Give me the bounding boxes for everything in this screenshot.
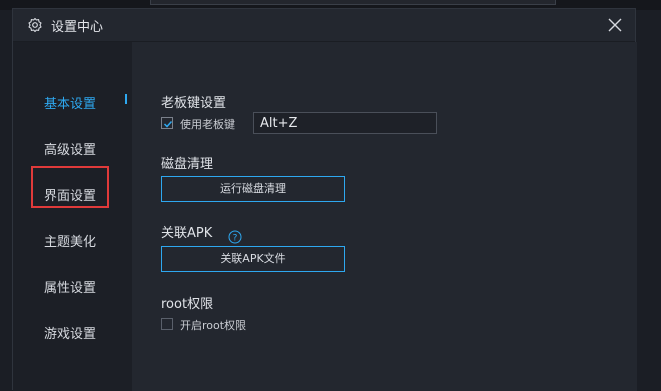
- boss-key-input[interactable]: [253, 112, 437, 134]
- gear-icon: [28, 17, 42, 33]
- apk-section-title: 关联APK: [161, 226, 213, 241]
- close-button[interactable]: [605, 15, 625, 35]
- run-disk-cleanup-button[interactable]: 运行磁盘清理: [161, 176, 345, 202]
- root-checkbox-label: 开启root权限: [180, 319, 247, 332]
- sidebar-item-advanced[interactable]: 高级设置: [44, 139, 96, 158]
- root-checkbox[interactable]: [161, 318, 173, 330]
- settings-sidebar: 基本设置 高级设置 界面设置 主题美化 属性设置 游戏设置: [13, 42, 132, 391]
- close-icon: [608, 18, 622, 32]
- dialog-titlebar: 设置中心: [13, 9, 635, 42]
- question-circle-icon[interactable]: ?: [228, 230, 242, 244]
- root-section-title: root权限: [161, 297, 214, 312]
- associate-apk-button[interactable]: 关联APK文件: [161, 246, 345, 272]
- sidebar-item-basic[interactable]: 基本设置: [44, 93, 96, 112]
- sidebar-item-properties[interactable]: 属性设置: [44, 277, 96, 296]
- settings-dialog: 设置中心 基本设置 高级设置 界面设置 主题美化 属性设置 游戏设置 老板键设置…: [12, 8, 637, 391]
- settings-content: 老板键设置 使用老板键 磁盘清理 运行磁盘清理 关联APK ? 关联APK文件 …: [132, 42, 637, 391]
- svg-text:?: ?: [233, 234, 238, 244]
- background-window-edge: [150, 0, 556, 5]
- boss-key-checkbox-label: 使用老板键: [180, 118, 235, 131]
- dialog-title: 设置中心: [51, 20, 104, 35]
- sidebar-item-game[interactable]: 游戏设置: [44, 323, 96, 342]
- active-indicator: [125, 94, 127, 104]
- boss-key-section-title: 老板键设置: [161, 96, 227, 111]
- disk-section-title: 磁盘清理: [161, 157, 214, 172]
- sidebar-item-interface[interactable]: 界面设置: [44, 185, 96, 204]
- sidebar-item-theme[interactable]: 主题美化: [44, 231, 96, 250]
- checkmark-icon: [163, 120, 173, 128]
- boss-key-checkbox[interactable]: [161, 117, 173, 129]
